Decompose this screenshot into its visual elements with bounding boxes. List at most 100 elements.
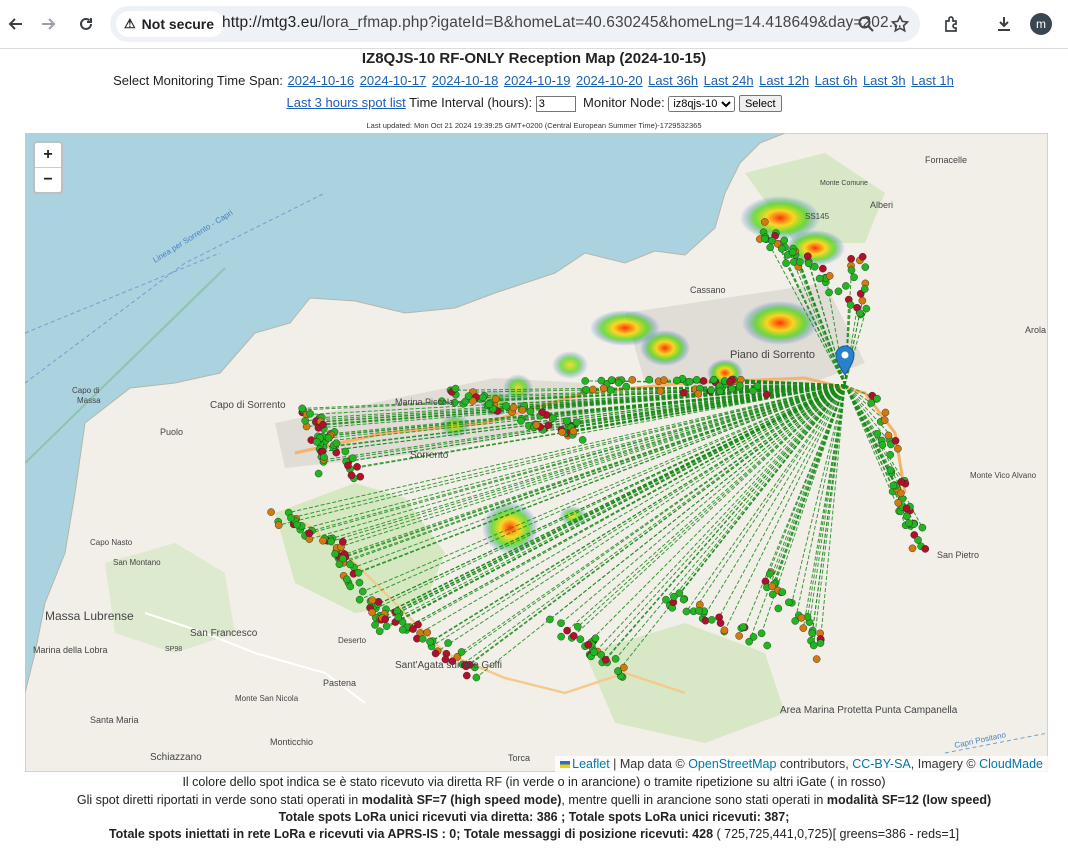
- spot-marker[interactable]: [679, 388, 688, 397]
- spot-marker[interactable]: [894, 498, 903, 507]
- span-link-1h[interactable]: Last 1h: [911, 73, 954, 88]
- spot-marker[interactable]: [720, 626, 729, 635]
- spot-marker[interactable]: [314, 469, 323, 478]
- spot-marker[interactable]: [312, 438, 321, 446]
- spot-marker[interactable]: [597, 376, 606, 385]
- spot-marker[interactable]: [873, 430, 882, 438]
- spot-marker[interactable]: [673, 376, 681, 385]
- spot-marker[interactable]: [607, 376, 616, 384]
- spot-marker[interactable]: [394, 613, 403, 622]
- spot-marker[interactable]: [578, 436, 587, 444]
- spot-marker[interactable]: [472, 673, 481, 682]
- spot-marker[interactable]: [710, 375, 718, 384]
- spot-marker[interactable]: [464, 392, 473, 400]
- cloudmade-link[interactable]: CloudMade: [979, 757, 1043, 771]
- spot-marker[interactable]: [707, 386, 716, 394]
- spot-marker[interactable]: [274, 521, 283, 529]
- spot-marker[interactable]: [344, 461, 352, 470]
- spot-marker[interactable]: [563, 626, 571, 635]
- spot-marker[interactable]: [375, 627, 384, 636]
- spot-marker[interactable]: [573, 622, 582, 631]
- spot-marker[interactable]: [796, 258, 804, 266]
- security-chip[interactable]: ⚠ Not secure: [116, 11, 225, 37]
- spot-marker[interactable]: [327, 537, 335, 546]
- spot-marker[interactable]: [785, 598, 793, 607]
- spot-marker[interactable]: [348, 454, 357, 462]
- spot-marker[interactable]: [862, 304, 871, 313]
- spot-marker[interactable]: [886, 466, 895, 474]
- spot-marker[interactable]: [358, 587, 367, 596]
- spot-marker[interactable]: [347, 471, 356, 480]
- spot-marker[interactable]: [921, 545, 930, 553]
- spot-marker[interactable]: [670, 592, 678, 601]
- spot-marker[interactable]: [701, 616, 710, 625]
- spot-marker[interactable]: [656, 387, 665, 395]
- reception-map[interactable]: Capo di Massa Capo di Sorrento Puolo Sor…: [25, 133, 1048, 772]
- spot-marker[interactable]: [766, 243, 774, 252]
- spot-marker[interactable]: [728, 384, 736, 393]
- spot-marker[interactable]: [804, 252, 812, 260]
- spot-marker[interactable]: [355, 578, 364, 587]
- spot-marker[interactable]: [726, 378, 734, 386]
- spot-marker[interactable]: [735, 381, 744, 390]
- spot-marker[interactable]: [762, 390, 771, 399]
- spot-marker[interactable]: [847, 254, 855, 263]
- spot-marker[interactable]: [891, 437, 900, 445]
- spot-marker[interactable]: [878, 441, 887, 449]
- spot-marker[interactable]: [763, 641, 772, 650]
- spot-marker[interactable]: [557, 632, 565, 641]
- spot-marker[interactable]: [451, 384, 460, 393]
- spot-marker[interactable]: [557, 619, 565, 627]
- spot-marker[interactable]: [491, 395, 500, 403]
- spot-marker[interactable]: [582, 385, 591, 394]
- spot-marker[interactable]: [569, 632, 578, 640]
- spot-marker[interactable]: [774, 604, 783, 613]
- spot-marker[interactable]: [699, 377, 708, 385]
- spot-marker[interactable]: [815, 274, 824, 283]
- spot-marker[interactable]: [685, 377, 694, 386]
- leaflet-link[interactable]: Leaflet: [572, 757, 610, 771]
- spot-marker[interactable]: [509, 403, 518, 412]
- select-button[interactable]: Select: [738, 95, 782, 113]
- spot-marker[interactable]: [768, 582, 777, 591]
- spot-marker[interactable]: [739, 623, 747, 631]
- spot-marker[interactable]: [696, 600, 704, 609]
- span-link-6h[interactable]: Last 6h: [815, 73, 858, 88]
- spot-marker[interactable]: [902, 512, 911, 521]
- spot-marker[interactable]: [287, 514, 295, 522]
- spot-marker[interactable]: [371, 621, 379, 629]
- spot-marker[interactable]: [867, 399, 876, 407]
- spot-marker[interactable]: [902, 504, 911, 513]
- spot-marker[interactable]: [298, 404, 307, 413]
- zoom-out-button[interactable]: −: [35, 168, 61, 192]
- spot-marker[interactable]: [897, 489, 905, 498]
- spot-marker[interactable]: [886, 450, 895, 459]
- spot-marker[interactable]: [426, 638, 434, 646]
- spot-marker[interactable]: [777, 244, 786, 253]
- span-link-1017[interactable]: 2024-10-17: [360, 73, 427, 88]
- spot-marker[interactable]: [812, 655, 821, 663]
- spot-marker[interactable]: [382, 622, 391, 630]
- address-bar[interactable]: ⚠ Not secure http://mtg3.eu/lora_rfmap.p…: [110, 6, 920, 42]
- spot-marker[interactable]: [355, 595, 364, 604]
- download-icon[interactable]: [990, 10, 1018, 38]
- spot-marker[interactable]: [884, 431, 893, 440]
- back-icon[interactable]: [2, 10, 30, 38]
- url-text[interactable]: http://mtg3.eu/lora_rfmap.php?igateId=B&…: [222, 14, 902, 32]
- forward-icon[interactable]: [34, 10, 62, 38]
- spot-marker[interactable]: [749, 387, 757, 395]
- zoom-magnifier-icon[interactable]: [854, 12, 878, 36]
- spot-marker[interactable]: [692, 376, 701, 384]
- spot-marker[interactable]: [526, 407, 535, 416]
- zoom-in-button[interactable]: +: [35, 143, 61, 168]
- spot-marker[interactable]: [267, 508, 275, 516]
- spot-marker[interactable]: [735, 632, 743, 640]
- spot-marker[interactable]: [622, 382, 631, 391]
- spot-marker[interactable]: [782, 259, 790, 267]
- spot-marker[interactable]: [356, 472, 365, 481]
- spot-marker[interactable]: [374, 597, 383, 606]
- spot-marker[interactable]: [761, 234, 769, 243]
- spot-marker[interactable]: [860, 285, 869, 293]
- spot-marker[interactable]: [538, 408, 546, 416]
- map-canvas[interactable]: Capo di Massa Capo di Sorrento Puolo Sor…: [25, 133, 1048, 772]
